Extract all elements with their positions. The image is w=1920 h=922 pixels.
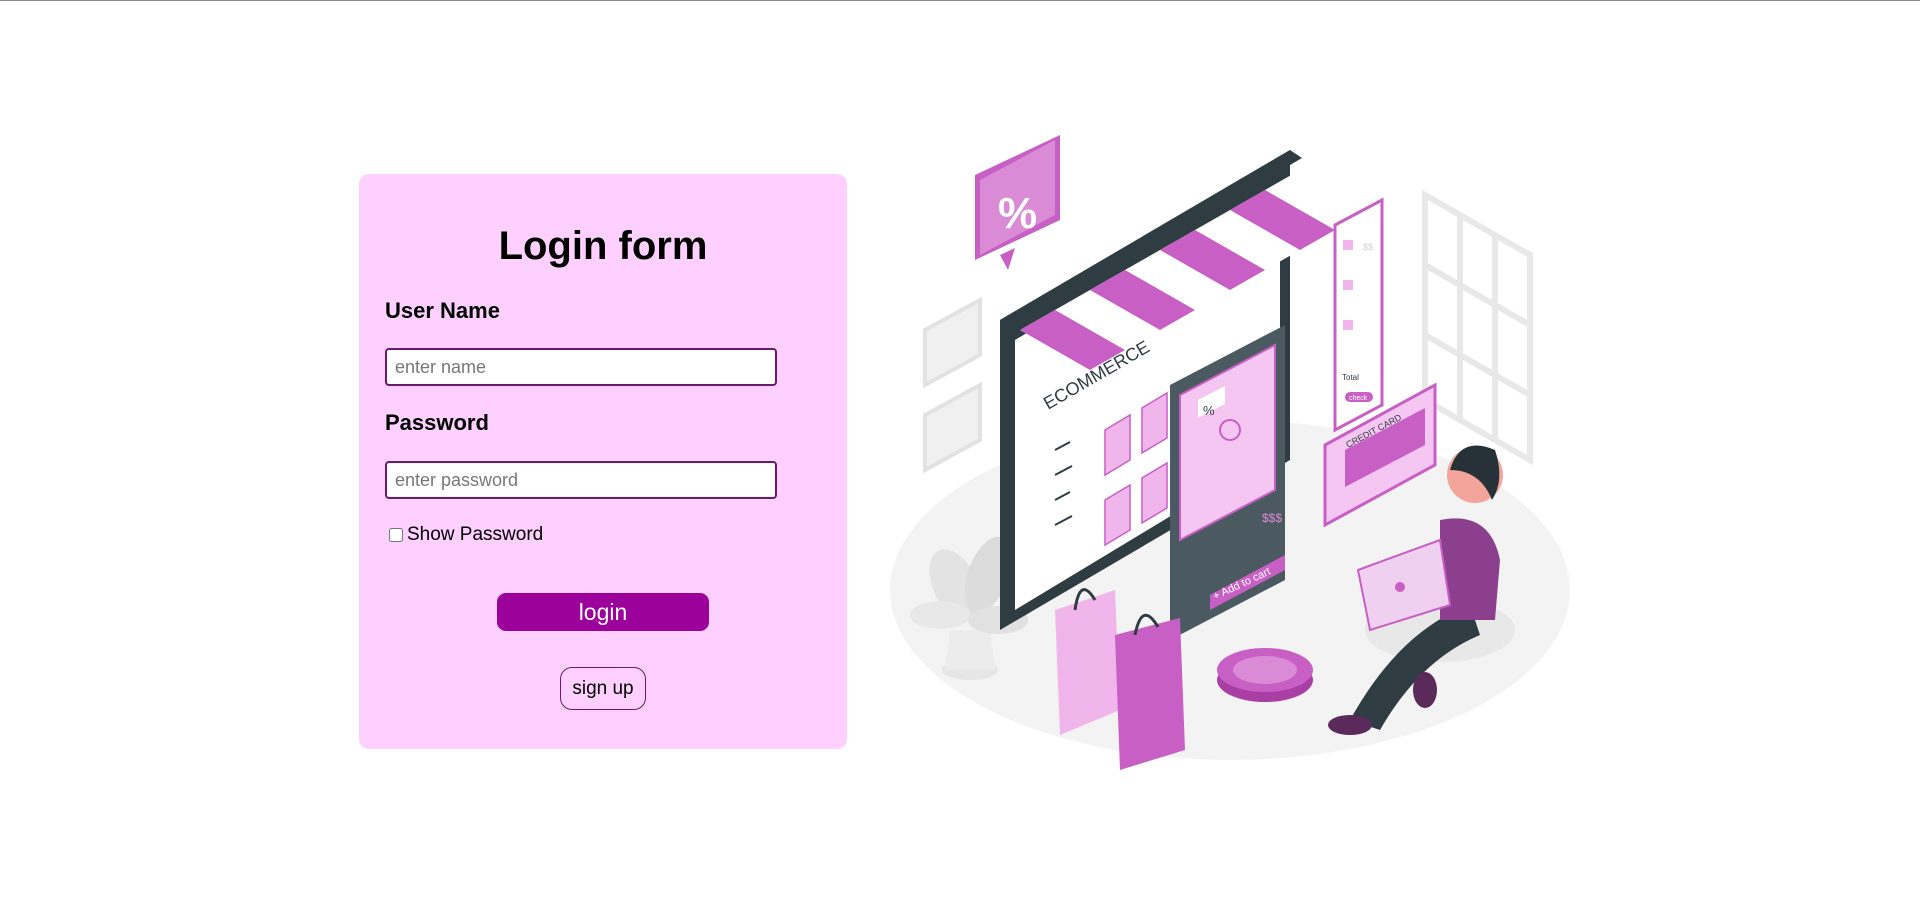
cart-check-button: check — [1349, 395, 1368, 402]
percent-badge: % — [975, 135, 1060, 270]
cart-item-price: $$ — [1363, 242, 1373, 252]
top-divider — [0, 0, 1920, 1]
wall-pictures — [923, 296, 982, 474]
percent-badge-text: % — [998, 189, 1037, 238]
password-label: Password — [385, 410, 489, 435]
form-title: Login form — [498, 224, 708, 268]
username-input[interactable] — [385, 348, 777, 386]
login-card: Login form User Name Password Show Passw… — [359, 174, 847, 749]
ecommerce-illustration: ECOMMERCE % % $$$ + Add to cart $$ Total… — [890, 135, 1570, 770]
price-tag-text: $$$ — [1262, 511, 1282, 525]
window-frame — [1422, 189, 1533, 466]
show-password-checkbox[interactable] — [389, 528, 403, 542]
coin — [1217, 648, 1313, 702]
cart-panel: $$ Total check — [1333, 197, 1384, 433]
login-button[interactable]: login — [497, 593, 709, 631]
username-label: User Name — [385, 298, 500, 323]
card-percent-text: % — [1203, 403, 1215, 418]
show-password-label[interactable]: Show Password — [407, 524, 543, 546]
cart-total-label: Total — [1342, 373, 1359, 382]
show-password-row: Show Password — [389, 524, 543, 546]
password-input[interactable] — [385, 461, 777, 499]
signup-button[interactable]: sign up — [560, 667, 646, 710]
